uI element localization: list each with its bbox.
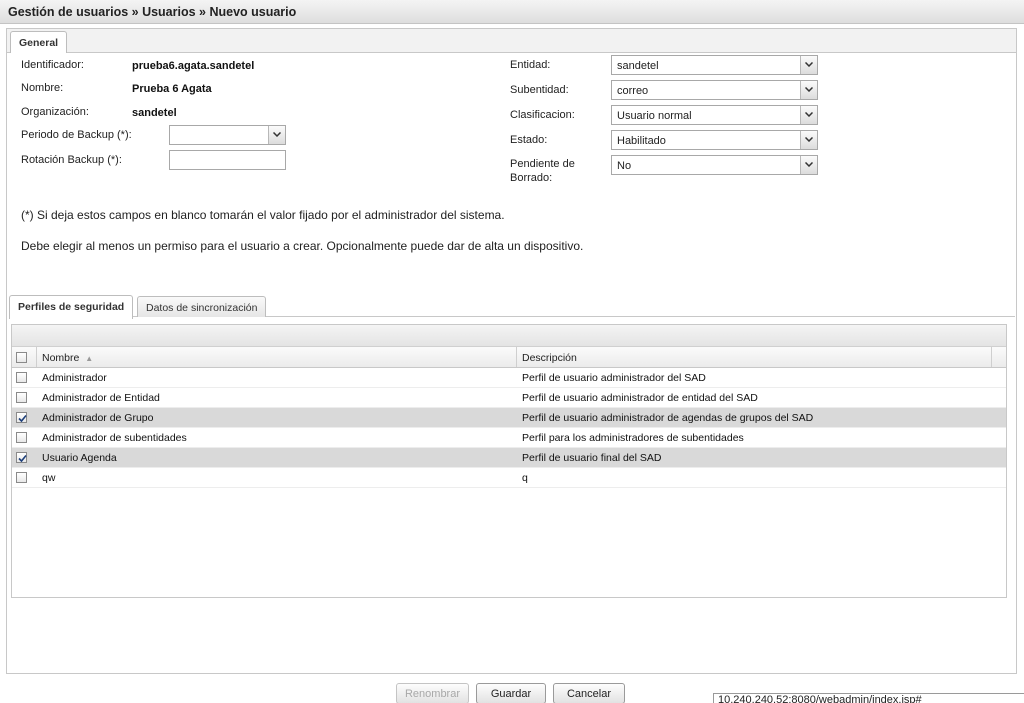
subentidad-value: correo bbox=[617, 85, 649, 97]
grid-header: Nombre ▲ Descripción bbox=[12, 347, 1006, 368]
table-row[interactable]: Administrador Perfil de usuario administ… bbox=[12, 368, 1006, 388]
clasificacion-select[interactable]: Usuario normal bbox=[611, 105, 818, 125]
guardar-button[interactable]: Guardar bbox=[476, 683, 546, 703]
row-nombre: Usuario Agenda bbox=[42, 452, 117, 464]
permission-required-note: Debe elegir al menos un permiso para el … bbox=[21, 239, 584, 253]
identificador-label: Identificador: bbox=[21, 59, 84, 71]
row-checkbox[interactable] bbox=[16, 392, 27, 403]
row-descripcion: Perfil de usuario final del SAD bbox=[522, 452, 662, 464]
profiles-grid: Nombre ▲ Descripción Administrador Perfi… bbox=[11, 324, 1007, 598]
row-descripcion: Perfil de usuario administrador de agend… bbox=[522, 412, 814, 424]
row-checkbox[interactable] bbox=[16, 472, 27, 483]
main-tabbar: General bbox=[7, 29, 1016, 55]
chevron-down-icon[interactable] bbox=[800, 106, 817, 124]
row-checkbox[interactable] bbox=[16, 432, 27, 443]
table-row[interactable]: qw q bbox=[12, 468, 1006, 488]
column-header-descripcion[interactable]: Descripción bbox=[517, 347, 992, 367]
cancelar-button[interactable]: Cancelar bbox=[553, 683, 625, 703]
pendiente-borrado-value: No bbox=[617, 160, 632, 172]
pendiente-borrado-label-line1: Pendiente de bbox=[510, 158, 575, 170]
renombrar-button[interactable]: Renombrar bbox=[396, 683, 469, 703]
row-descripcion: Perfil de usuario administrador de entid… bbox=[522, 392, 758, 404]
main-panel: General Identificador: prueba6.agata.san… bbox=[6, 28, 1017, 674]
row-checkbox[interactable] bbox=[16, 372, 27, 383]
entidad-label: Entidad: bbox=[510, 59, 551, 71]
sort-asc-icon: ▲ bbox=[85, 354, 94, 363]
clasificacion-value: Usuario normal bbox=[617, 110, 692, 122]
general-form: Identificador: prueba6.agata.sandetel No… bbox=[7, 53, 1016, 673]
profiles-tabbar: Perfiles de seguridad Datos de sincroniz… bbox=[9, 293, 1015, 319]
nombre-value: Prueba 6 Agata bbox=[132, 83, 212, 95]
row-nombre: Administrador de Grupo bbox=[42, 412, 154, 424]
subentidad-select[interactable]: correo bbox=[611, 80, 818, 100]
chevron-down-icon[interactable] bbox=[800, 56, 817, 74]
table-row[interactable]: Administrador de subentidades Perfil par… bbox=[12, 428, 1006, 448]
row-checkbox[interactable] bbox=[16, 452, 27, 463]
rotacion-backup-input[interactable] bbox=[169, 150, 286, 170]
rotacion-backup-label: Rotación Backup (*): bbox=[21, 154, 122, 166]
check-icon bbox=[18, 414, 27, 423]
select-all-checkbox[interactable] bbox=[16, 352, 27, 363]
entidad-select[interactable]: sandetel bbox=[611, 55, 818, 75]
chevron-down-icon[interactable] bbox=[800, 81, 817, 99]
row-nombre: Administrador de Entidad bbox=[42, 392, 160, 404]
estado-value: Habilitado bbox=[617, 135, 666, 147]
chevron-down-icon[interactable] bbox=[800, 131, 817, 149]
column-nombre-label: Nombre bbox=[42, 352, 80, 364]
tab-datos-sincronizacion[interactable]: Datos de sincronización bbox=[137, 296, 267, 317]
row-nombre: qw bbox=[42, 472, 56, 484]
periodo-backup-label: Periodo de Backup (*): bbox=[21, 129, 132, 141]
subentidad-label: Subentidad: bbox=[510, 84, 569, 96]
column-header-nombre[interactable]: Nombre ▲ bbox=[37, 347, 517, 367]
row-checkbox[interactable] bbox=[16, 412, 27, 423]
tab-general[interactable]: General bbox=[10, 31, 68, 55]
row-nombre: Administrador de subentidades bbox=[42, 432, 187, 444]
table-row[interactable]: Administrador de Grupo Perfil de usuario… bbox=[12, 408, 1006, 428]
estado-label: Estado: bbox=[510, 134, 548, 146]
status-url: 10.240.240.52:8080/webadmin/index.jsp# bbox=[713, 693, 1024, 703]
periodo-backup-select[interactable] bbox=[169, 125, 286, 145]
pendiente-borrado-select[interactable]: No bbox=[611, 155, 818, 175]
check-icon bbox=[18, 454, 27, 463]
clasificacion-label: Clasificacion: bbox=[510, 109, 575, 121]
tab-perfiles-seguridad[interactable]: Perfiles de seguridad bbox=[9, 295, 134, 319]
profiles-panel: Perfiles de seguridad Datos de sincroniz… bbox=[9, 293, 1015, 601]
blank-fields-note: (*) Si deja estos campos en blanco tomar… bbox=[21, 208, 505, 222]
organizacion-label: Organización: bbox=[21, 106, 89, 118]
row-nombre: Administrador bbox=[42, 372, 107, 384]
select-all-cell bbox=[12, 347, 37, 367]
row-descripcion: Perfil para los administradores de suben… bbox=[522, 432, 744, 444]
chevron-down-icon[interactable] bbox=[800, 156, 817, 174]
entidad-value: sandetel bbox=[617, 60, 659, 72]
grid-toolbar bbox=[12, 325, 1006, 347]
organizacion-value: sandetel bbox=[132, 107, 177, 119]
identificador-value: prueba6.agata.sandetel bbox=[132, 60, 255, 72]
page-title: Gestión de usuarios » Usuarios » Nuevo u… bbox=[0, 0, 1024, 24]
chevron-down-icon[interactable] bbox=[268, 126, 285, 144]
nombre-label: Nombre: bbox=[21, 82, 64, 94]
row-descripcion: q bbox=[522, 472, 528, 484]
pendiente-borrado-label-line2: Borrado: bbox=[510, 172, 553, 184]
row-descripcion: Perfil de usuario administrador del SAD bbox=[522, 372, 706, 384]
table-row[interactable]: Usuario Agenda Perfil de usuario final d… bbox=[12, 448, 1006, 468]
estado-select[interactable]: Habilitado bbox=[611, 130, 818, 150]
table-row[interactable]: Administrador de Entidad Perfil de usuar… bbox=[12, 388, 1006, 408]
